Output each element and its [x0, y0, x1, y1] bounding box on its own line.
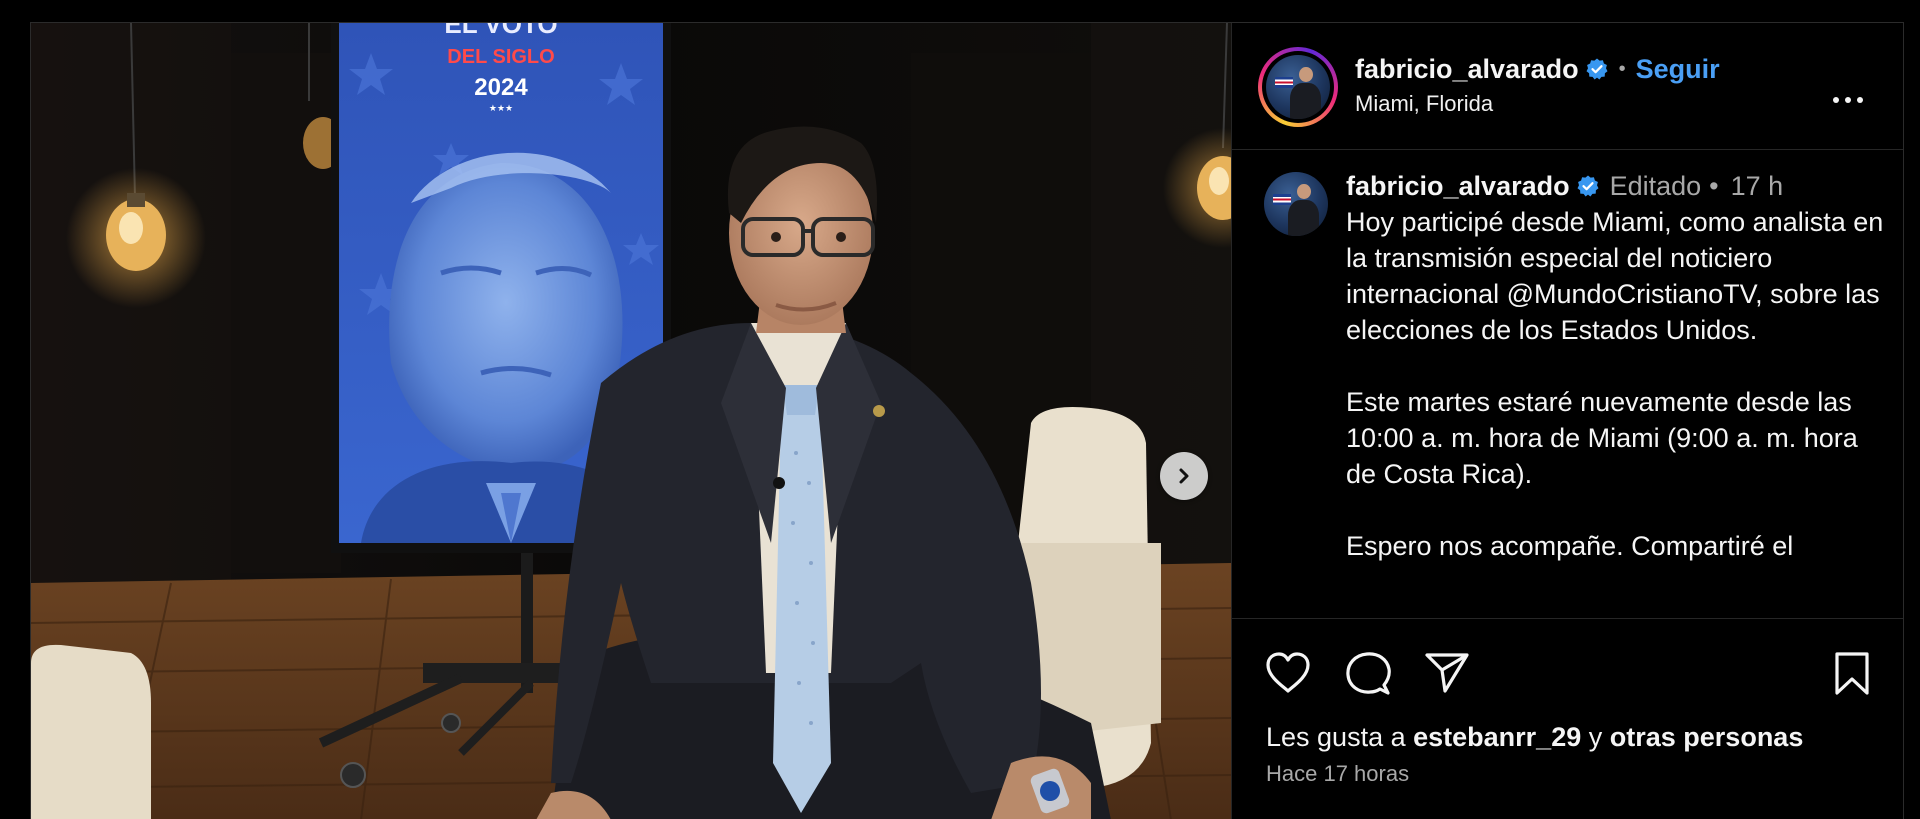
post-photo: EL VOTO DEL SIGLO 2024 ★★★ — [31, 23, 1231, 819]
post-viewer: EL VOTO DEL SIGLO 2024 ★★★ fabricio_alva… — [30, 22, 1904, 819]
verified-badge-icon — [1577, 175, 1599, 197]
like-button[interactable] — [1264, 651, 1312, 700]
story-ring[interactable] — [1258, 47, 1338, 127]
comment-bubble-icon — [1346, 652, 1391, 695]
edited-label: Editado — [1609, 171, 1702, 201]
caption-username[interactable]: fabricio_alvarado — [1346, 168, 1570, 204]
liker-username[interactable]: estebanrr_29 — [1413, 722, 1581, 752]
poster-stars: ★★★ — [489, 104, 513, 114]
post-location[interactable]: Miami, Florida — [1355, 89, 1720, 119]
poster-title: EL VOTO — [444, 23, 557, 39]
header-username[interactable]: fabricio_alvarado — [1355, 51, 1579, 87]
bookmark-icon — [1835, 652, 1869, 695]
post-sidebar: fabricio_alvarado • Seguir Miami, Florid… — [1231, 23, 1903, 819]
verified-badge-icon — [1586, 58, 1608, 80]
more-options-icon — [1833, 97, 1839, 103]
poster-year: 2024 — [474, 74, 528, 101]
post-time-ago[interactable]: Hace 17 horas — [1266, 759, 1409, 789]
likes-others-link[interactable]: otras personas — [1610, 722, 1804, 752]
post-actions: Les gusta a estebanrr_29 y otras persona… — [1232, 619, 1903, 819]
chevron-right-icon — [1179, 468, 1189, 484]
poster-subtitle: DEL SIGLO — [447, 46, 554, 68]
caption-section[interactable]: fabricio_alvarado Editado • 17 h Hoy par… — [1232, 150, 1903, 619]
post-media[interactable]: EL VOTO DEL SIGLO 2024 ★★★ — [31, 23, 1231, 819]
caption-text: Hoy participé desde Miami, como analista… — [1346, 207, 1884, 561]
heart-icon — [1266, 652, 1310, 693]
paper-plane-icon — [1425, 653, 1469, 693]
follow-button[interactable]: Seguir — [1636, 51, 1720, 87]
next-image-button[interactable] — [1160, 452, 1208, 500]
likes-join: y — [1588, 722, 1603, 752]
likes-prefix: Les gusta a — [1266, 722, 1406, 752]
more-options-button[interactable] — [1833, 97, 1863, 103]
avatar[interactable] — [1264, 172, 1328, 236]
share-button[interactable] — [1424, 651, 1470, 700]
caption-separator: • — [1709, 171, 1719, 201]
save-button[interactable] — [1832, 651, 1872, 702]
post-header: fabricio_alvarado • Seguir Miami, Florid… — [1232, 23, 1903, 150]
comment-button[interactable] — [1344, 651, 1392, 702]
caption-timestamp[interactable]: 17 h — [1731, 168, 1784, 204]
header-separator: • — [1618, 58, 1626, 80]
avatar[interactable] — [1266, 55, 1330, 119]
likes-summary[interactable]: Les gusta a estebanrr_29 y otras persona… — [1266, 719, 1803, 755]
